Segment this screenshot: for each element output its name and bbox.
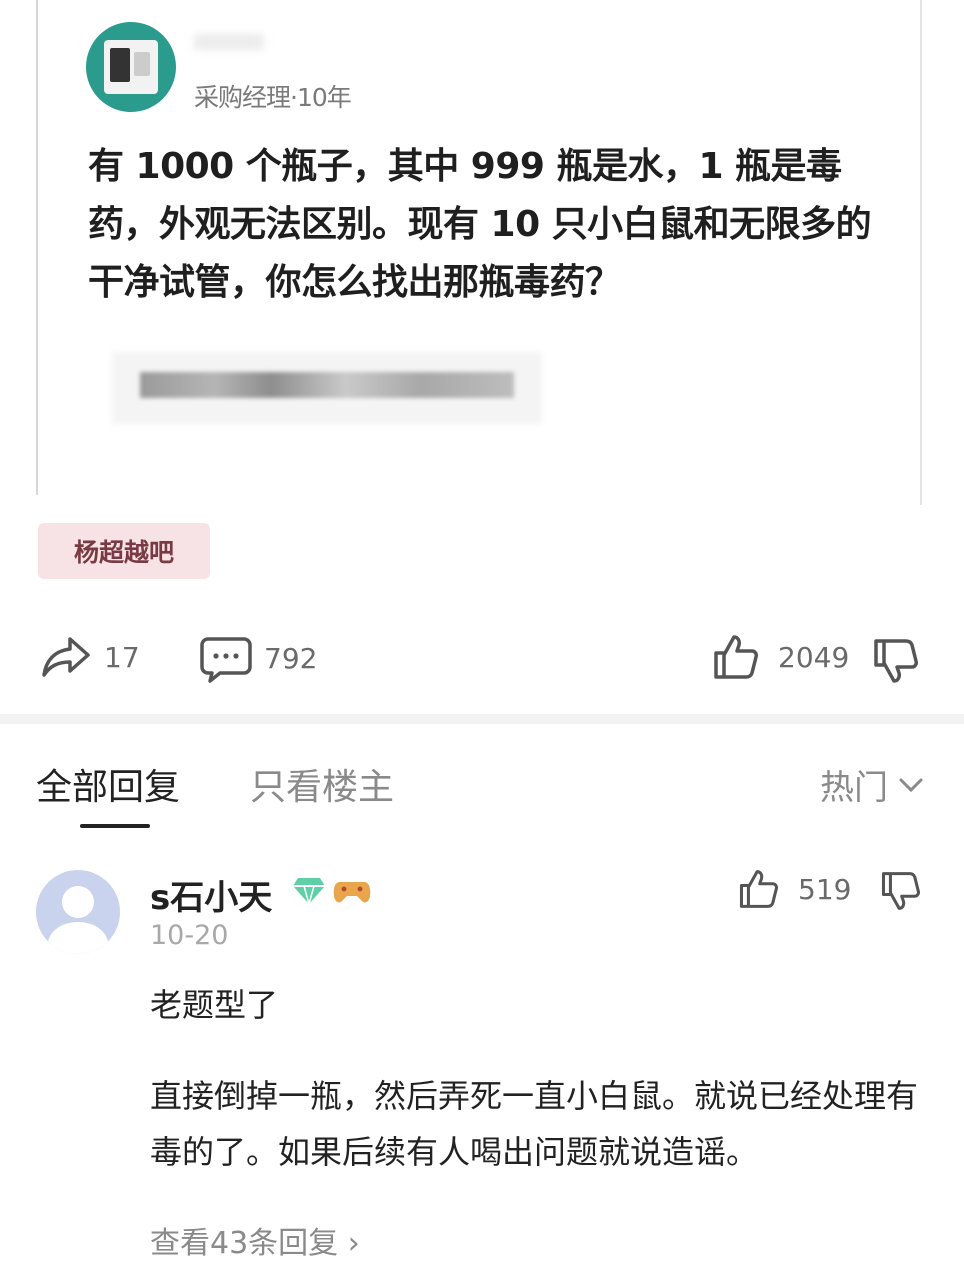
tab-all-replies[interactable]: 全部回复 (36, 758, 180, 810)
gem-badge-icon (293, 878, 325, 906)
comment-item: s石小天 10-20 519 老题型了 直接倒掉一瓶，然后弄死一直小白鼠。就说已… (0, 860, 964, 1261)
chevron-down-icon (899, 778, 923, 792)
active-tab-indicator (80, 824, 150, 828)
sort-label: 热门 (820, 768, 888, 808)
share-button[interactable]: 17 (40, 633, 140, 681)
thumb-down-icon[interactable] (880, 870, 920, 912)
like-count: 2049 (778, 640, 850, 674)
thumb-up-icon (739, 870, 778, 908)
reply-tabs: 全部回复 只看楼主 热门 (0, 750, 964, 840)
sort-dropdown[interactable]: 热门 (820, 760, 924, 809)
game-badge-icon (333, 882, 371, 903)
post-border-right (920, 0, 922, 505)
post-border (36, 0, 38, 495)
view-replies-link[interactable]: 查看43条回复 › (150, 1218, 360, 1262)
comment-like-button[interactable]: 519 (738, 868, 851, 910)
comment-like-count: 519 (798, 872, 852, 906)
post-actions: 17 792 2049 (0, 625, 964, 695)
like-button[interactable]: 2049 (712, 633, 849, 681)
thumb-down-icon (874, 639, 918, 683)
blurred-content-bar (140, 372, 514, 398)
commenter-name[interactable]: s石小天 (150, 870, 272, 919)
comment-button[interactable]: 792 (200, 633, 317, 683)
share-icon (42, 637, 90, 677)
author-name-blurred (194, 34, 264, 50)
post-card: 采购经理·10年 有 1000 个瓶子，其中 999 瓶是水，1 瓶是毒药，外观… (0, 0, 964, 715)
comment-text-line1: 老题型了 (150, 986, 279, 1024)
section-divider (0, 714, 964, 724)
comment-date: 10-20 (150, 920, 229, 951)
comment-text-body: 直接倒掉一瓶，然后弄死一直小白鼠。就说已经处理有毒的了。如果后续有人喝出问题就说… (150, 1077, 919, 1171)
comment-icon (200, 637, 252, 683)
forum-tag[interactable]: 杨超越吧 (38, 523, 210, 579)
author-meta: 采购经理·10年 (194, 83, 352, 112)
share-count: 17 (104, 640, 140, 674)
comment-count: 792 (264, 641, 318, 675)
tab-owner-only[interactable]: 只看楼主 (250, 758, 394, 810)
author-avatar[interactable] (86, 22, 176, 112)
thumb-up-icon (714, 635, 758, 679)
commenter-avatar[interactable] (36, 870, 120, 954)
post-body: 有 1000 个瓶子，其中 999 瓶是水，1 瓶是毒药，外观无法区别。现有 1… (88, 146, 872, 303)
dislike-button[interactable] (872, 637, 918, 685)
